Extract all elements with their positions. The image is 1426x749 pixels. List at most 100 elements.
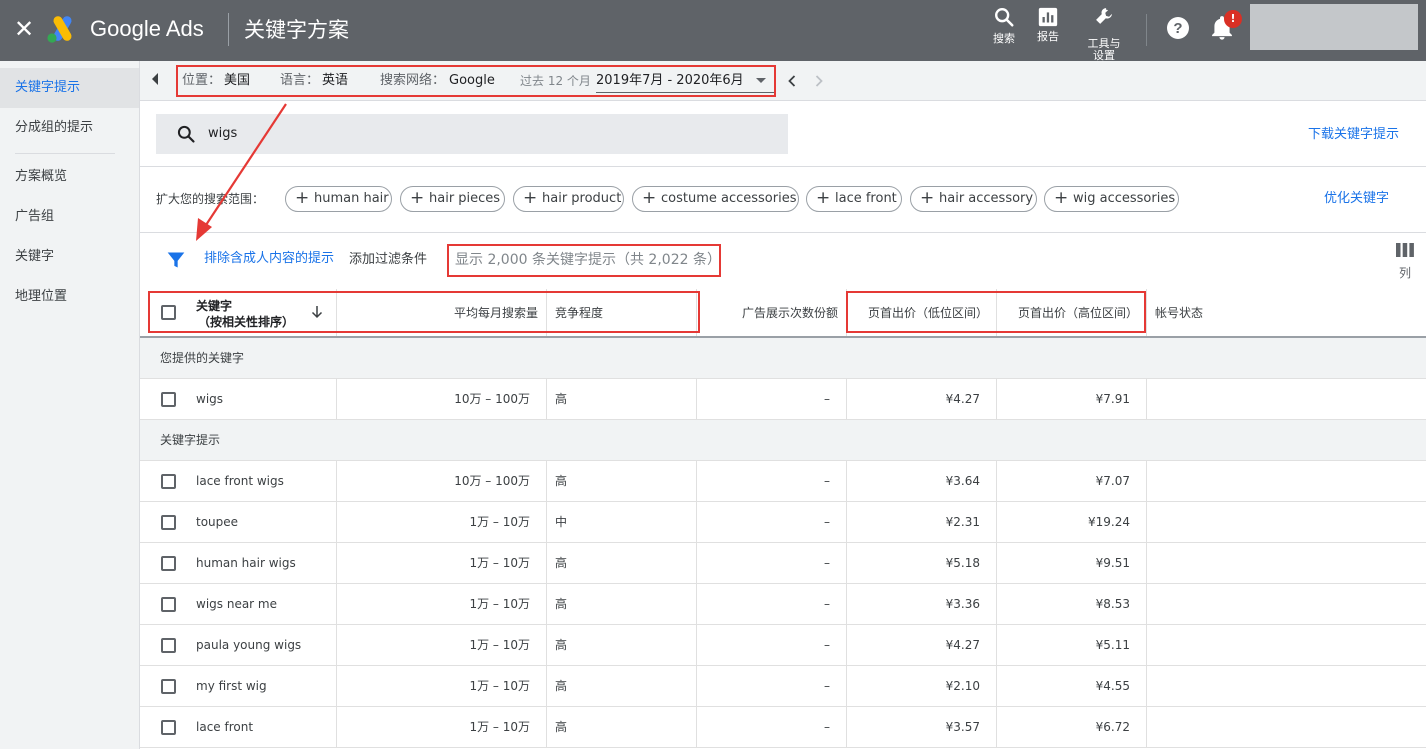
volume-cell: 10万 – 100万 [337, 461, 547, 501]
broaden-chip-hair-product[interactable]: + hair product [513, 186, 624, 212]
language-label: 语言： [280, 73, 320, 88]
brand-name: Google Ads [90, 16, 204, 41]
account-avatar[interactable] [1250, 4, 1418, 50]
header-bid-high[interactable]: 页首出价（高位区间） [997, 289, 1147, 336]
select-all-checkbox[interactable] [161, 305, 176, 320]
location-label: 位置： [182, 73, 222, 88]
header-tools-button[interactable]: 工具与 设置 [1080, 6, 1128, 62]
header-impression-share[interactable]: 广告展示次数份额 [697, 289, 847, 336]
collapse-sidebar-icon[interactable] [149, 71, 161, 87]
chevron-left-icon[interactable] [784, 73, 800, 89]
chip-label: lace front [835, 191, 897, 206]
row-checkbox[interactable] [161, 556, 176, 571]
chip-label: hair pieces [429, 191, 501, 206]
network-value[interactable]: Google [449, 67, 495, 95]
row-checkbox[interactable] [161, 679, 176, 694]
account-status-cell [1147, 666, 1426, 706]
impression-share-cell: – [697, 625, 847, 665]
bid-high-cell: ¥8.53 [997, 584, 1147, 624]
bid-high-cell: ¥6.72 [997, 707, 1147, 747]
row-checkbox[interactable] [161, 597, 176, 612]
chevron-down-icon[interactable] [756, 78, 766, 83]
location-value[interactable]: 美国 [224, 67, 250, 95]
sidebar-item-ad-groups[interactable]: 广告组 [0, 197, 139, 237]
header-competition[interactable]: 竞争程度 [547, 289, 697, 336]
broaden-chip-hair-pieces[interactable]: + hair pieces [400, 186, 505, 212]
search-icon [995, 8, 1014, 27]
volume-cell: 1万 – 10万 [337, 543, 547, 583]
add-filter-button[interactable]: 添加过滤条件 [349, 252, 427, 268]
top-app-bar: ✕ Google Ads 关键字方案 搜索 报告 工具与 设置 ? ! [0, 0, 1426, 62]
table-row: wigs near me 1万 – 10万 高 – ¥3.36 ¥8.53 [140, 584, 1426, 625]
competition-cell: 高 [547, 461, 697, 501]
divider [140, 166, 1426, 167]
header-account-status[interactable]: 帐号状态 [1147, 289, 1426, 336]
date-range-value[interactable]: 2019年7月 - 2020年6月 [596, 67, 744, 95]
broaden-chip-human-hair[interactable]: + human hair [285, 186, 392, 212]
broaden-chip-wig-accessories[interactable]: + wig accessories [1044, 186, 1179, 212]
impression-share-cell: – [697, 502, 847, 542]
impression-share-cell: – [697, 584, 847, 624]
impression-share-cell: – [697, 666, 847, 706]
header-bid-low[interactable]: 页首出价（低位区间） [847, 289, 997, 336]
showing-count-text: 显示 2,000 条关键字提示（共 2,022 条） [447, 244, 721, 277]
plus-icon: + [1054, 188, 1069, 208]
row-checkbox[interactable] [161, 474, 176, 489]
notification-badge: ! [1224, 10, 1242, 28]
bid-low-cell: ¥5.18 [847, 543, 997, 583]
account-status-cell [1147, 502, 1426, 542]
bar-chart-icon [1038, 7, 1058, 27]
close-icon[interactable]: ✕ [12, 14, 36, 44]
keyword-search-box[interactable]: wigs [156, 114, 788, 154]
broaden-chip-lace-front[interactable]: + lace front [806, 186, 902, 212]
header-search-label: 搜索 [993, 32, 1015, 45]
sidebar-item-locations[interactable]: 地理位置 [0, 277, 139, 317]
date-range-underline [596, 92, 774, 93]
search-icon [177, 125, 195, 143]
row-checkbox[interactable] [161, 515, 176, 530]
volume-cell: 10万 – 100万 [337, 379, 547, 419]
volume-cell: 1万 – 10万 [337, 502, 547, 542]
competition-cell: 中 [547, 502, 697, 542]
help-icon[interactable]: ? [1166, 16, 1190, 40]
sidebar-item-grouped-ideas[interactable]: 分成组的提示 [0, 108, 139, 148]
chevron-right-icon[interactable] [811, 73, 827, 89]
table-row: human hair wigs 1万 – 10万 高 – ¥5.18 ¥9.51 [140, 543, 1426, 584]
competition-cell: 高 [547, 707, 697, 747]
bid-high-cell: ¥5.11 [997, 625, 1147, 665]
plus-icon: + [410, 188, 425, 208]
header-reports-button[interactable]: 报告 [1024, 6, 1072, 56]
table-row: toupee 1万 – 10万 中 – ¥2.31 ¥19.24 [140, 502, 1426, 543]
account-status-cell [1147, 461, 1426, 501]
table-row: wigs 10万 – 100万 高 – ¥4.27 ¥7.91 [140, 379, 1426, 420]
bid-low-cell: ¥4.27 [847, 625, 997, 665]
exclude-adult-ideas-filter[interactable]: 排除含成人内容的提示 [204, 251, 334, 267]
header-keyword-line1: 关键字 [196, 299, 233, 313]
search-query[interactable]: wigs [208, 114, 237, 154]
refine-keywords-link[interactable]: 优化关键字 [1324, 190, 1389, 208]
sidebar-item-keywords[interactable]: 关键字 [0, 237, 139, 277]
chip-label: costume accessories [661, 191, 797, 206]
sort-descending-icon[interactable] [310, 305, 324, 319]
plus-icon: + [920, 188, 935, 208]
targeting-settings: 位置： 美国 语言： 英语 搜索网络： Google 过去 12 个月 2019… [176, 65, 776, 97]
language-value[interactable]: 英语 [322, 67, 348, 95]
row-checkbox[interactable] [161, 638, 176, 653]
wrench-icon [1096, 8, 1112, 24]
broaden-chip-costume-accessories[interactable]: + costume accessories [632, 186, 799, 212]
download-keyword-ideas-link[interactable]: 下载关键字提示 [1308, 126, 1399, 144]
sidebar-item-keyword-ideas[interactable]: 关键字提示 [0, 68, 139, 108]
row-checkbox[interactable] [161, 392, 176, 407]
bid-low-cell: ¥3.57 [847, 707, 997, 747]
sidebar-item-plan-overview[interactable]: 方案概览 [0, 157, 139, 197]
columns-label[interactable]: 列 [1399, 266, 1411, 280]
header-search-button[interactable]: 搜索 [980, 6, 1028, 56]
row-checkbox[interactable] [161, 720, 176, 735]
header-keyword-label: 关键字 （按相关性排序） [196, 298, 294, 330]
header-avg-monthly-searches[interactable]: 平均每月搜索量 [337, 289, 547, 336]
columns-icon[interactable] [1396, 242, 1414, 258]
chip-label: wig accessories [1073, 191, 1176, 206]
impression-share-cell: – [697, 379, 847, 419]
broaden-chip-hair-accessory[interactable]: + hair accessory [910, 186, 1037, 212]
filter-funnel-icon[interactable] [166, 250, 186, 270]
